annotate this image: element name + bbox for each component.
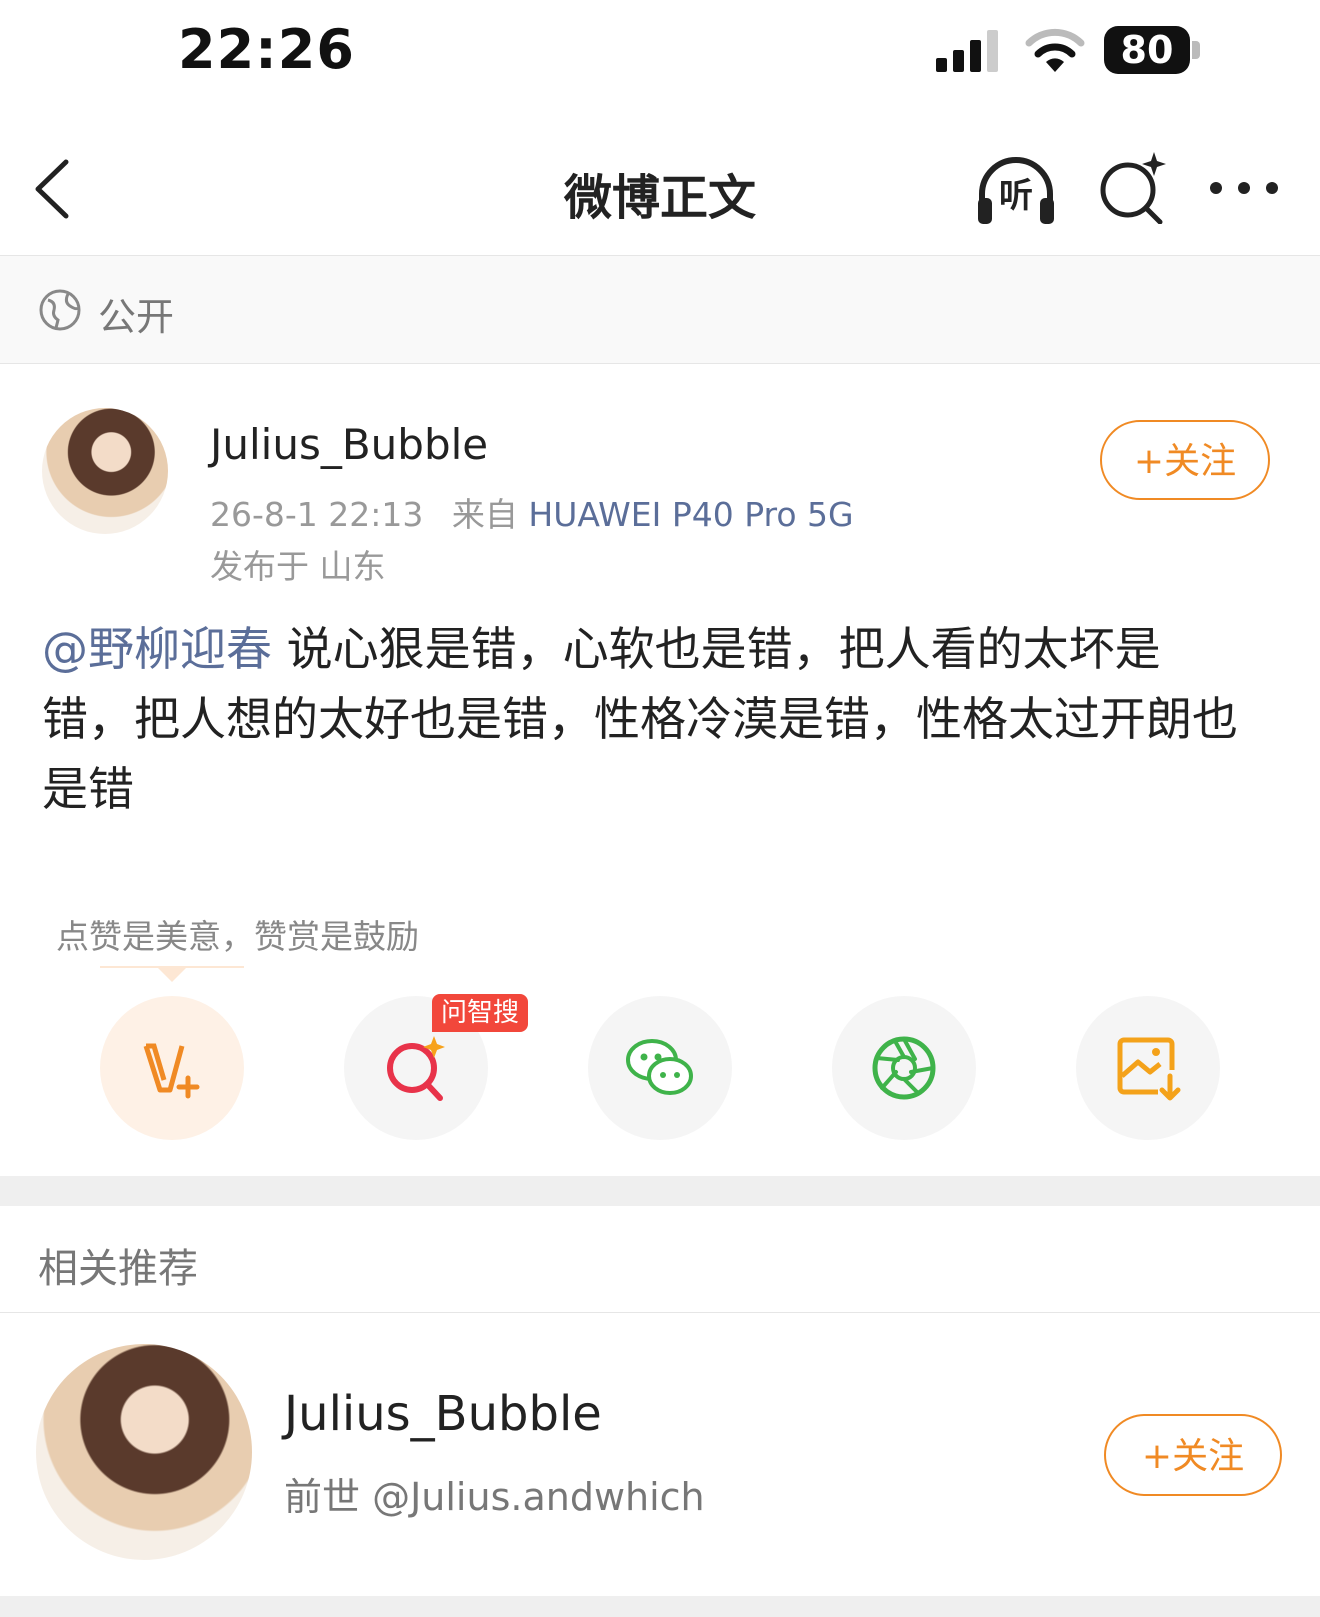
globe-icon [39,289,81,331]
wifi-icon [1025,28,1085,72]
battery-level: 80 [1120,28,1174,72]
reward-v-plus-icon [143,1043,200,1099]
bottom-separator [0,1596,1320,1617]
battery-icon: 80 [1104,26,1200,76]
wechat-share-button[interactable] [588,996,732,1140]
post-time: 26-8-1 22:13 [210,495,424,534]
author-avatar[interactable] [42,408,168,534]
moments-share-button[interactable] [832,996,976,1140]
related-user-subtitle: 前世 @Julius.andwhich [284,1475,705,1519]
post-meta: 26-8-1 22:13 来自 HUAWEI P40 Pro 5G [210,488,854,536]
visibility-label: 公开 [98,295,175,339]
mention-link[interactable]: @野柳迎春 [42,622,272,676]
related-user-avatar[interactable] [36,1344,252,1560]
reward-button[interactable] [100,996,244,1140]
smart-search-badge: 问智搜 [432,994,528,1032]
follow-button[interactable]: +关注 [1100,420,1270,500]
related-divider [0,1312,1320,1313]
author-name[interactable]: Julius_Bubble [210,420,488,469]
listen-button[interactable]: 听 [974,150,1058,234]
visibility-divider [0,363,1320,364]
post-text: @野柳迎春 说心狠是错，心软也是错，把人看的太坏是错，把人想的太好也是错，性格冷… [42,614,1252,824]
related-user-name[interactable]: Julius_Bubble [284,1386,602,1442]
save-image-button[interactable] [1076,996,1220,1140]
status-time: 22:26 [178,18,355,81]
section-separator [0,1176,1320,1206]
tip-arrow-icon [158,968,186,982]
listen-label: 听 [999,176,1033,216]
more-icon[interactable] [1208,170,1280,206]
source-prefix: 来自 [451,495,518,534]
smart-search-icon[interactable] [1096,152,1168,224]
wechat-icon [626,1039,693,1095]
related-title: 相关推荐 [38,1246,198,1292]
smart-search-color-icon [387,1036,445,1101]
moments-shutter-icon [872,1036,936,1100]
source-device[interactable]: HUAWEI P40 Pro 5G [528,495,853,534]
visibility-bar [0,256,1320,363]
related-follow-button[interactable]: +关注 [1104,1414,1282,1496]
save-image-icon [1117,1037,1181,1101]
cellular-signal-icon [936,30,998,72]
post-location: 发布于 山东 [210,547,386,586]
reward-tip: 点赞是美意，赞赏是鼓励 [56,917,419,956]
